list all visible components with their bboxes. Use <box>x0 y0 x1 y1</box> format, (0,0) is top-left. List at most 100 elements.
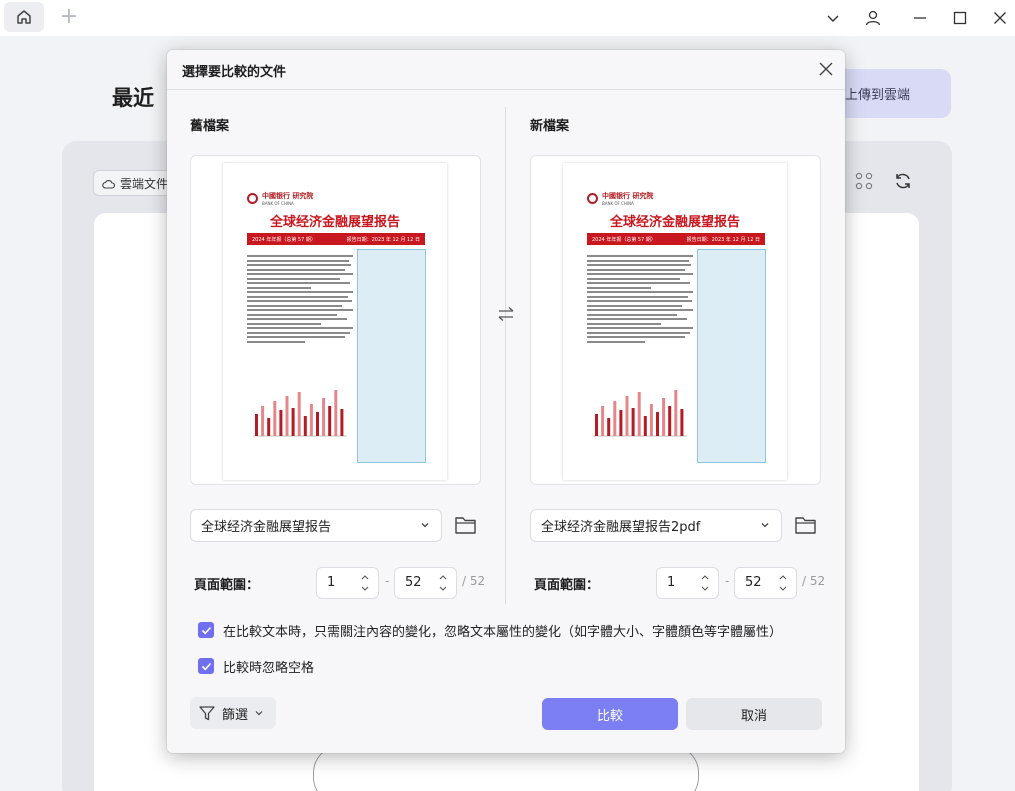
dialog-title: 選擇要比較的文件 <box>182 65 287 80</box>
checkbox-checked[interactable] <box>198 658 214 674</box>
chart-bar <box>637 392 641 436</box>
option-ignore-space-label: 比較時忽略空格 <box>223 660 315 676</box>
home-tab[interactable] <box>4 2 44 32</box>
text-line <box>587 313 678 316</box>
account-icon[interactable] <box>861 6 885 30</box>
grid-view-icon[interactable] <box>855 172 873 194</box>
checkbox-checked[interactable] <box>198 622 214 638</box>
chart-bar <box>316 412 319 436</box>
old-range-from[interactable]: 1 <box>316 567 379 599</box>
chart-bar <box>255 414 258 436</box>
chart-bar <box>309 404 313 436</box>
new-range-from-value: 1 <box>667 575 676 590</box>
text-line <box>587 255 693 257</box>
old-file-name: 全球经济金融展望报告 <box>201 520 332 535</box>
new-file-heading: 新檔案 <box>530 119 570 134</box>
chevron-down-icon[interactable] <box>821 6 845 30</box>
close-icon[interactable] <box>817 60 835 78</box>
new-file-select[interactable]: 全球经济金融展望报告2pdf <box>530 509 782 542</box>
dialog-header-divider <box>167 89 845 90</box>
text-line <box>587 318 687 320</box>
band-right: 报告日期：2023 年 12 月 12 日 <box>686 236 760 243</box>
option-ignore-space[interactable]: 比較時忽略空格 <box>198 657 315 676</box>
text-line <box>587 304 683 307</box>
chart-bar <box>291 408 295 436</box>
maximize-button[interactable] <box>948 6 972 30</box>
report-sidebar <box>697 249 766 463</box>
new-range-from[interactable]: 1 <box>656 567 719 599</box>
text-line <box>247 304 343 307</box>
band-left: 2024 年年报（总第 57 期） <box>592 236 656 243</box>
chart-bar <box>279 410 283 436</box>
text-line <box>247 327 353 329</box>
chart-bar <box>340 409 344 436</box>
new-range-to[interactable]: 52 <box>734 567 797 599</box>
chart-bar <box>322 398 326 436</box>
chart-bar <box>595 414 598 436</box>
new-file-preview: 中國银行 研究院 BANK OF CHINA 全球经济金融展望报告 2024 年… <box>530 155 821 485</box>
text-line <box>247 318 347 320</box>
old-range-to-value: 52 <box>405 575 422 590</box>
option-text-only-label: 在比較文本時，只需關注內容的變化，忽略文本屬性的變化（如字體大小、字體顏色等字體… <box>223 624 783 640</box>
text-line <box>247 264 351 266</box>
text-line <box>247 255 353 257</box>
text-line <box>587 309 693 311</box>
old-range-to[interactable]: 52 <box>394 567 457 599</box>
chart-bar <box>680 409 684 436</box>
chart-bar <box>656 412 659 436</box>
text-line <box>587 282 690 284</box>
text-line <box>587 340 646 343</box>
text-line <box>247 300 352 302</box>
filter-label: 篩選 <box>222 707 249 723</box>
text-line <box>247 277 341 280</box>
bank-logo: 中國银行 研究院 BANK OF CHINA <box>587 191 653 206</box>
new-tab-button[interactable]: + <box>58 6 80 28</box>
close-window-button[interactable] <box>988 6 1012 30</box>
minimize-button[interactable] <box>908 6 932 30</box>
bank-sub: 研究院 <box>292 191 314 200</box>
stepper-arrows-icon[interactable] <box>360 571 370 595</box>
band-left: 2024 年年报（总第 57 期） <box>252 236 316 243</box>
new-file-name: 全球经济金融展望报告2pdf <box>541 520 701 535</box>
text-line <box>247 331 350 334</box>
old-folder-icon[interactable] <box>454 514 478 536</box>
swap-files-icon[interactable] <box>497 306 515 326</box>
report-title: 全球经济金融展望报告 <box>269 215 400 230</box>
text-line <box>247 291 353 293</box>
new-document-thumbnail: 中國银行 研究院 BANK OF CHINA 全球经济金融展望报告 2024 年… <box>563 163 787 480</box>
report-sidebar <box>357 249 426 463</box>
column-divider <box>505 107 506 604</box>
chart-bar <box>643 416 647 436</box>
old-range-total: / 52 <box>462 574 486 588</box>
cancel-button[interactable]: 取消 <box>686 698 822 730</box>
stepper-arrows-icon[interactable] <box>778 571 788 595</box>
upload-to-cloud-button[interactable]: 上傳到雲端 <box>828 69 951 118</box>
text-line <box>587 322 662 325</box>
chart-bar <box>267 418 271 436</box>
bank-en: BANK OF CHINA <box>262 201 294 206</box>
report-band: 2024 年年报（总第 57 期） 报告日期：2023 年 12 月 12 日 <box>587 233 765 245</box>
chart-bar <box>303 416 307 436</box>
home-icon <box>17 10 31 24</box>
new-range-to-value: 52 <box>745 575 762 590</box>
chart-bar <box>273 401 277 436</box>
text-line <box>587 331 690 334</box>
chart-bar <box>674 390 678 436</box>
stepper-arrows-icon[interactable] <box>700 571 710 595</box>
cloud-icon <box>102 179 115 189</box>
text-line <box>247 309 353 311</box>
text-line <box>247 268 345 271</box>
refresh-icon[interactable] <box>893 171 913 195</box>
old-range-from-value: 1 <box>327 575 336 590</box>
stepper-arrows-icon[interactable] <box>438 571 448 595</box>
old-range-label: 頁面範圍： <box>194 578 260 593</box>
filter-button[interactable]: 篩選 <box>190 697 276 729</box>
option-text-only[interactable]: 在比較文本時，只需關注內容的變化，忽略文本屬性的變化（如字體大小、字體顏色等字體… <box>198 621 783 640</box>
bank-sub: 研究院 <box>632 191 654 200</box>
bank-en: BANK OF CHINA <box>602 201 634 206</box>
chevron-down-icon <box>421 523 429 528</box>
new-folder-icon[interactable] <box>794 514 818 536</box>
compare-button[interactable]: 比較 <box>542 698 678 730</box>
old-file-select[interactable]: 全球经济金融展望报告 <box>190 509 442 542</box>
text-line <box>587 277 681 280</box>
